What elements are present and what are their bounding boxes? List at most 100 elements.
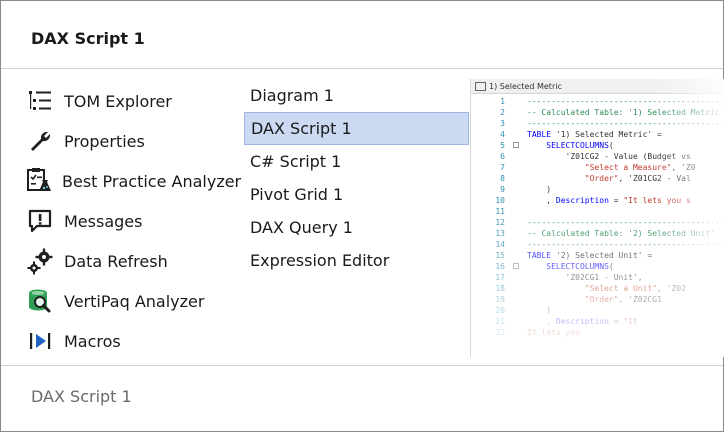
tool-item-macros[interactable]: Macros bbox=[25, 321, 241, 361]
tool-item-data-refresh[interactable]: Data Refresh bbox=[25, 241, 241, 281]
line-number: 12 bbox=[495, 218, 505, 227]
code-token: = bbox=[608, 317, 624, 326]
code-line: 4 TABLE '1) Selected Metric' = bbox=[471, 129, 724, 140]
code-line: 2 -- Calculated Table: '1) Selected Metri… bbox=[471, 107, 724, 118]
tool-item-best-practice-analyzer[interactable]: Best Practice Analyzer bbox=[25, 161, 241, 201]
document-item-dax-script-1[interactable]: DAX Script 1 bbox=[244, 112, 469, 145]
tool-item-vertipaq-analyzer[interactable]: VertiPaq Analyzer bbox=[25, 281, 241, 321]
code-gutter bbox=[509, 294, 527, 305]
code-token: '1) Selected Metric' = bbox=[555, 130, 662, 139]
code-gutter bbox=[509, 217, 527, 228]
code-token: ( bbox=[608, 141, 614, 150]
code-token: 'Z02CG1 - Unit', bbox=[527, 273, 643, 282]
document-item-pivot-grid-1[interactable]: Pivot Grid 1 bbox=[244, 178, 469, 211]
code-gutter bbox=[509, 195, 527, 206]
code-token: "Select a Measure" bbox=[527, 163, 672, 172]
tool-item-label: Properties bbox=[64, 131, 145, 151]
code-gutter bbox=[509, 118, 527, 129]
line-number: 10 bbox=[495, 196, 505, 205]
line-number: 17 bbox=[495, 273, 505, 282]
document-item-diagram-1[interactable]: Diagram 1 bbox=[244, 79, 469, 112]
tool-item-tom-explorer[interactable]: TOM Explorer bbox=[25, 81, 241, 121]
code-line: 3 ---------------------------------------… bbox=[471, 118, 724, 129]
fold-toggle-icon[interactable] bbox=[513, 263, 519, 269]
tool-item-label: Best Practice Analyzer bbox=[62, 171, 242, 191]
code-line: 7 "Select a Measure", 'Z0 bbox=[471, 162, 724, 173]
code-token: , bbox=[527, 317, 556, 326]
code-token: Description bbox=[555, 317, 609, 326]
preview-tab-label: 1) Selected Metric bbox=[489, 81, 562, 91]
code-gutter bbox=[509, 129, 527, 140]
code-line: 6 'Z01CG2 - Value (Budget vs bbox=[471, 151, 724, 162]
code-token: "It lets you s bbox=[623, 196, 691, 205]
code-gutter bbox=[509, 283, 527, 294]
code-gutter bbox=[509, 96, 527, 107]
code-gutter bbox=[509, 261, 527, 272]
document-item-csharp-script-1[interactable]: C# Script 1 bbox=[244, 145, 469, 178]
document-list: Diagram 1 DAX Script 1 C# Script 1 Pivot… bbox=[244, 79, 469, 277]
code-token: ----------------------------------------… bbox=[527, 97, 724, 106]
table-icon bbox=[475, 81, 486, 91]
line-number: 14 bbox=[495, 240, 505, 249]
code-line: 14 --------------------------------------… bbox=[471, 239, 724, 250]
code-gutter bbox=[509, 316, 527, 327]
code-line: 9 ) bbox=[471, 184, 724, 195]
line-number: 9 bbox=[500, 185, 505, 194]
code-token: ) bbox=[527, 185, 552, 194]
code-token: , 'Z0 bbox=[671, 163, 696, 172]
code-token: "Select a Unit" bbox=[527, 284, 658, 293]
code-gutter bbox=[509, 327, 527, 338]
code-token: ----------------------------------------… bbox=[527, 240, 724, 249]
code-token: , 'Z02 bbox=[657, 284, 686, 293]
tool-item-label: Data Refresh bbox=[64, 251, 168, 271]
message-alert-icon bbox=[25, 207, 55, 235]
code-gutter bbox=[509, 206, 527, 217]
code-gutter bbox=[509, 107, 527, 118]
checklist-flask-icon bbox=[25, 167, 53, 195]
window-switcher-popup: DAX Script 1 TOM Explorer Properties Bes… bbox=[0, 0, 724, 432]
code-token: "Order" bbox=[527, 295, 619, 304]
code-line: 17 'Z02CG1 - Unit', bbox=[471, 272, 724, 283]
code-gutter bbox=[509, 162, 527, 173]
wrench-icon bbox=[25, 127, 55, 155]
code-line: 20 ) bbox=[471, 305, 724, 316]
code-token: , bbox=[527, 196, 556, 205]
line-number: 5 bbox=[500, 141, 505, 150]
code-line: 11 bbox=[471, 206, 724, 217]
code-token: '2) Selected Unit' = bbox=[555, 251, 653, 260]
line-number: 18 bbox=[495, 284, 505, 293]
tool-item-label: Macros bbox=[64, 331, 121, 351]
code-gutter bbox=[509, 250, 527, 261]
code-gutter bbox=[509, 173, 527, 184]
tool-item-label: Messages bbox=[64, 211, 143, 231]
line-number: 3 bbox=[500, 119, 505, 128]
line-number: 7 bbox=[500, 163, 505, 172]
popup-title: DAX Script 1 bbox=[31, 29, 145, 48]
line-number: 8 bbox=[500, 174, 505, 183]
code-line: 12 --------------------------------------… bbox=[471, 217, 724, 228]
code-token: , 'Z01CG2 - Val bbox=[618, 174, 691, 183]
line-number: 13 bbox=[495, 229, 505, 238]
document-item-expression-editor[interactable]: Expression Editor bbox=[244, 244, 469, 277]
tool-item-properties[interactable]: Properties bbox=[25, 121, 241, 161]
code-token: 'Z01CG2 - Value (Budget vs bbox=[527, 152, 691, 161]
code-token: ) bbox=[527, 306, 552, 315]
code-line: 22 It lets you bbox=[471, 327, 724, 338]
code-token: ----------------------------------------… bbox=[527, 119, 724, 128]
code-token: TABLE bbox=[527, 130, 556, 139]
code-token: ( bbox=[608, 262, 614, 271]
code-line: 1 ---------------------------------------… bbox=[471, 96, 724, 107]
code-line: 8 "Order", 'Z01CG2 - Val bbox=[471, 173, 724, 184]
tool-item-label: VertiPaq Analyzer bbox=[64, 291, 205, 311]
code-token: "Order" bbox=[527, 174, 619, 183]
tool-window-list: TOM Explorer Properties Best Practice An… bbox=[25, 81, 241, 361]
code-gutter bbox=[509, 184, 527, 195]
code-token: TABLE bbox=[527, 251, 556, 260]
code-line: 13 -- Calculated Table: '2) Selected Unit… bbox=[471, 228, 724, 239]
fold-toggle-icon[interactable] bbox=[513, 142, 519, 148]
document-item-dax-query-1[interactable]: DAX Query 1 bbox=[244, 211, 469, 244]
tool-item-messages[interactable]: Messages bbox=[25, 201, 241, 241]
code-gutter bbox=[509, 272, 527, 283]
tool-item-label: TOM Explorer bbox=[64, 91, 172, 111]
line-number: 21 bbox=[495, 317, 505, 326]
